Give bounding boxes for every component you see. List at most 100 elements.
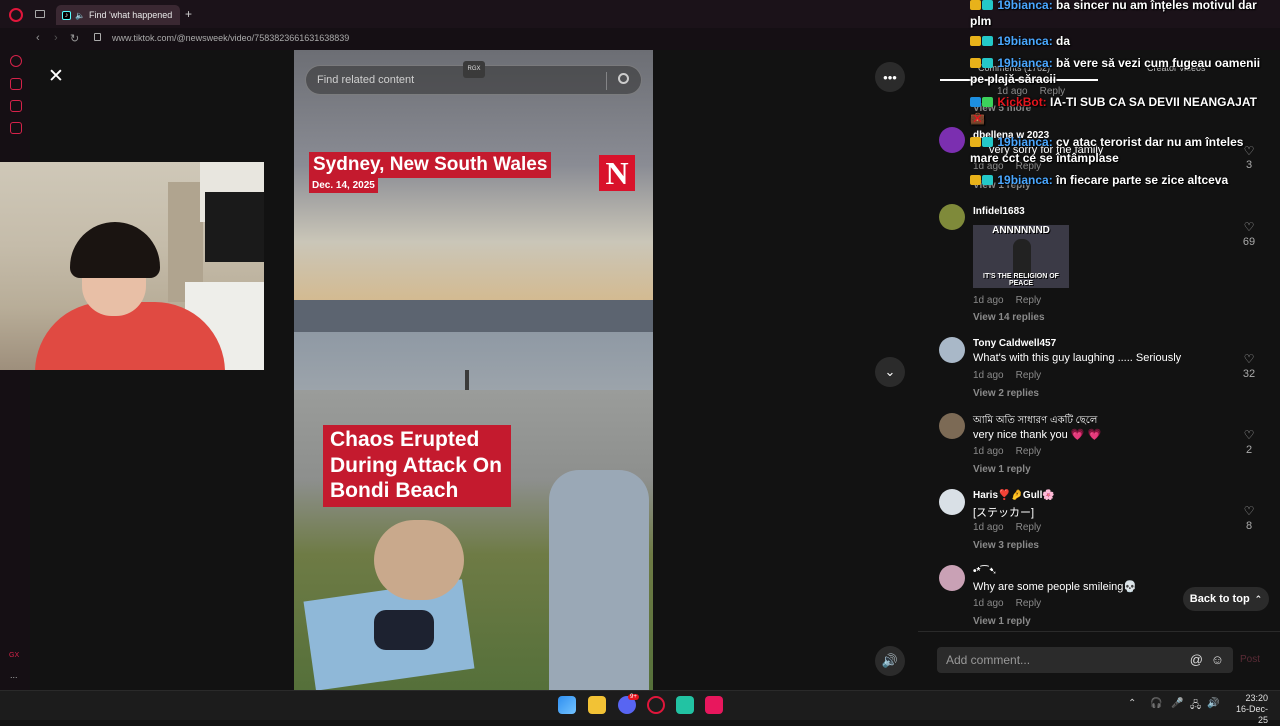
like-heart-icon[interactable]: ♡ <box>1240 428 1258 442</box>
view-replies[interactable]: View 2 replies <box>973 388 1039 399</box>
reply-button[interactable]: Reply <box>1016 522 1042 533</box>
tab-overview-icon[interactable] <box>35 10 45 18</box>
crown-badge-icon <box>970 0 981 10</box>
meme-bottom-text: IT'S THE RELIGION OF PEACE <box>983 273 1059 287</box>
browser-tab[interactable]: ♪ 🔈 Find 'what happened <box>56 5 180 25</box>
windows-start-icon[interactable] <box>558 696 576 714</box>
tab-title: Find 'what happened <box>88 10 173 20</box>
like-count: 8 <box>1245 520 1253 532</box>
verified-badge-icon <box>982 97 993 107</box>
like-heart-icon[interactable]: ♡ <box>1240 504 1258 518</box>
avatar[interactable] <box>939 413 965 439</box>
back-icon[interactable]: ‹ <box>36 32 40 44</box>
reply-button[interactable]: Reply <box>1016 295 1042 306</box>
volume-button[interactable]: 🔊 <box>875 646 905 676</box>
crown-badge-icon <box>970 137 981 147</box>
opera-logo-icon[interactable] <box>9 8 23 22</box>
player-icon[interactable] <box>10 122 22 134</box>
chat-message: 19bianca: cv atac terorist dar nu am înt… <box>970 134 1270 166</box>
add-comment-input[interactable]: Add comment... @ ☺ <box>937 647 1233 673</box>
mute-icon[interactable]: 🔈 <box>75 11 85 20</box>
like-count: 32 <box>1242 368 1256 380</box>
search-icon[interactable] <box>618 73 629 84</box>
sidebar-more-icon[interactable]: ... <box>10 670 18 680</box>
video-headline: Chaos Erupted During Attack On Bondi Bea… <box>323 425 511 507</box>
system-clock[interactable]: 23:20 16-Dec-25 <box>1232 693 1268 726</box>
chat-message: 19bianca: bă vere să vezi cum fugeau oam… <box>970 55 1270 87</box>
avatar[interactable] <box>939 489 965 515</box>
reply-button[interactable]: Reply <box>1016 446 1042 457</box>
reply-button[interactable]: Reply <box>1016 370 1042 381</box>
view-replies[interactable]: View 14 replies <box>973 312 1045 323</box>
avatar[interactable] <box>939 337 965 363</box>
person-bending <box>374 520 464 600</box>
discord-badge: 9+ <box>628 694 639 700</box>
back-to-top-button[interactable]: Back to top ⌃ <box>1183 587 1269 611</box>
post-button[interactable]: Post <box>1240 654 1260 665</box>
next-video-button[interactable]: ⌄ <box>875 357 905 387</box>
close-icon[interactable]: ✕ <box>48 67 64 86</box>
like-count: 69 <box>1242 236 1256 248</box>
avatar[interactable] <box>939 204 965 230</box>
avatar[interactable] <box>939 127 965 153</box>
chat-username: 19bianca: <box>997 34 1053 48</box>
comment-text: very nice thank you 💗 💗 <box>973 429 1102 441</box>
comment-text: Why are some people smileing💀 <box>973 581 1138 593</box>
mention-icon[interactable]: @ <box>1190 652 1203 667</box>
opera-sidebar: GX ... <box>0 50 30 690</box>
more-options-button[interactable]: ••• <box>875 62 905 92</box>
gx-label[interactable]: GX <box>9 652 19 659</box>
avatar[interactable] <box>939 565 965 591</box>
chat-message: 19bianca: ba sincer nu am înțeles motivu… <box>970 0 1270 29</box>
clock-date: 16-Dec-25 <box>1235 704 1268 725</box>
chat-text: în fiecare parte se zice altceva <box>1056 173 1229 187</box>
webcam-overlay <box>0 162 264 370</box>
chat-message: 19bianca: da <box>970 33 1070 49</box>
sub-badge-icon <box>982 58 993 68</box>
bot-badge-icon <box>970 97 981 107</box>
app-icon[interactable] <box>676 696 694 714</box>
url-field[interactable]: www.tiktok.com/@newsweek/video/758382366… <box>112 33 349 43</box>
meme-image[interactable]: ANNNNNND IT'S THE RELIGION OF PEACE <box>973 225 1069 288</box>
comment-username[interactable]: Haris❣️🤌Gull🌸 <box>973 490 1055 501</box>
tiktok-app-icon[interactable] <box>705 696 723 714</box>
view-replies[interactable]: View 1 reply <box>973 616 1031 627</box>
chat-message: 19bianca: în fiecare parte se zice altce… <box>970 172 1270 188</box>
reply-button[interactable]: Reply <box>1016 598 1042 609</box>
crown-badge-icon <box>970 175 981 185</box>
file-explorer-icon[interactable] <box>588 696 606 714</box>
like-heart-icon[interactable]: ♡ <box>1240 220 1258 234</box>
comment-username[interactable]: Infidel1683 <box>973 206 1025 217</box>
network-icon[interactable]: 🖧 <box>1190 698 1201 715</box>
new-tab-button[interactable]: + <box>185 7 192 21</box>
forward-icon[interactable]: › <box>54 32 58 44</box>
volume-icon[interactable]: 🔊 <box>1207 698 1219 709</box>
comment-username[interactable]: •*⁀➷ <box>973 566 997 577</box>
bag <box>374 610 434 650</box>
microphone-icon[interactable]: 🎤 <box>1171 698 1183 709</box>
video-player[interactable] <box>294 50 653 690</box>
tiktok-favicon-icon: ♪ <box>62 10 71 20</box>
twitch-icon[interactable] <box>10 100 22 112</box>
comment-input-divider <box>918 631 1280 632</box>
opera-gx-icon[interactable] <box>647 696 665 714</box>
gx-control-icon[interactable] <box>10 78 22 90</box>
view-replies[interactable]: View 1 reply <box>973 464 1031 475</box>
comment-meta: 1d ago Reply <box>973 295 1042 306</box>
reload-icon[interactable]: ↻ <box>70 32 79 45</box>
newsweek-logo: N <box>599 155 635 191</box>
chat-username: 19bianca: <box>997 56 1053 70</box>
speed-dial-icon[interactable] <box>10 55 22 67</box>
chevron-up-icon[interactable]: ⌃ <box>1128 698 1136 709</box>
rgx-badge: RGX <box>463 61 485 78</box>
view-replies[interactable]: View 3 replies <box>973 540 1039 551</box>
comment-username[interactable]: Tony Caldwell457 <box>973 338 1056 349</box>
headset-icon[interactable]: 🎧 <box>1150 698 1162 709</box>
sub-badge-icon <box>982 36 993 46</box>
crown-badge-icon <box>970 36 981 46</box>
chat-text: da <box>1056 34 1071 48</box>
sub-badge-icon <box>982 137 993 147</box>
emoji-icon[interactable]: ☺ <box>1211 652 1224 667</box>
like-heart-icon[interactable]: ♡ <box>1240 352 1258 366</box>
comment-text: [ステッカー] <box>973 507 1035 519</box>
